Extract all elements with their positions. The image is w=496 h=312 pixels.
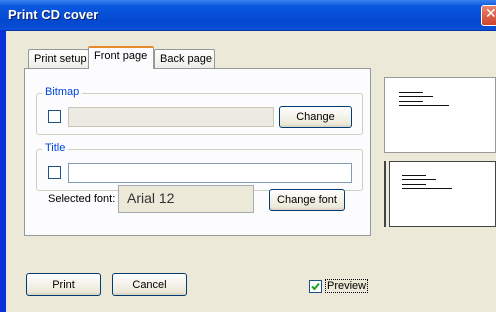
title-checkbox[interactable] <box>48 166 61 179</box>
preview-label[interactable]: Preview <box>325 279 369 293</box>
cover-preview <box>384 77 496 227</box>
bitmap-checkbox[interactable] <box>48 110 61 123</box>
preview-back-sheet <box>384 77 496 153</box>
tab-back-page[interactable]: Back page <box>154 49 215 69</box>
preview-text-line <box>402 184 426 185</box>
preview-text-line <box>399 105 449 106</box>
title-input[interactable] <box>68 163 352 183</box>
window-title: Print CD cover <box>8 7 99 22</box>
preview-text-line <box>399 96 433 97</box>
preview-text-line <box>402 179 436 180</box>
tab-label: Front page <box>94 50 148 62</box>
bitmap-path-field[interactable] <box>68 107 274 127</box>
tab-label: Print setup <box>34 53 87 65</box>
preview-checkbox[interactable] <box>309 280 322 293</box>
close-icon: ✕ <box>485 6 496 22</box>
tab-front-page[interactable]: Front page <box>88 46 154 69</box>
cancel-button[interactable]: Cancel <box>112 273 187 296</box>
selected-font-value: Arial 12 <box>118 185 254 213</box>
preview-front-sheet <box>389 161 496 227</box>
tab-print-setup[interactable]: Print setup <box>28 49 89 69</box>
change-bitmap-button[interactable]: Change <box>279 106 352 128</box>
preview-text-line <box>402 188 452 189</box>
print-button[interactable]: Print <box>26 273 101 296</box>
preview-text-line <box>399 101 423 102</box>
title-group-legend: Title <box>42 142 69 154</box>
window-frame <box>0 30 6 312</box>
preview-text-line <box>402 175 426 176</box>
preview-text-line <box>399 92 423 93</box>
title-bar[interactable]: Print CD cover ✕ <box>0 0 496 31</box>
preview-fold-line <box>384 161 386 227</box>
tab-label: Back page <box>160 53 212 65</box>
checkmark-icon <box>311 282 320 291</box>
change-font-button[interactable]: Change font <box>269 189 345 211</box>
close-button[interactable]: ✕ <box>481 5 496 26</box>
selected-font-label: Selected font: <box>48 193 116 205</box>
bitmap-group-legend: Bitmap <box>42 86 83 98</box>
